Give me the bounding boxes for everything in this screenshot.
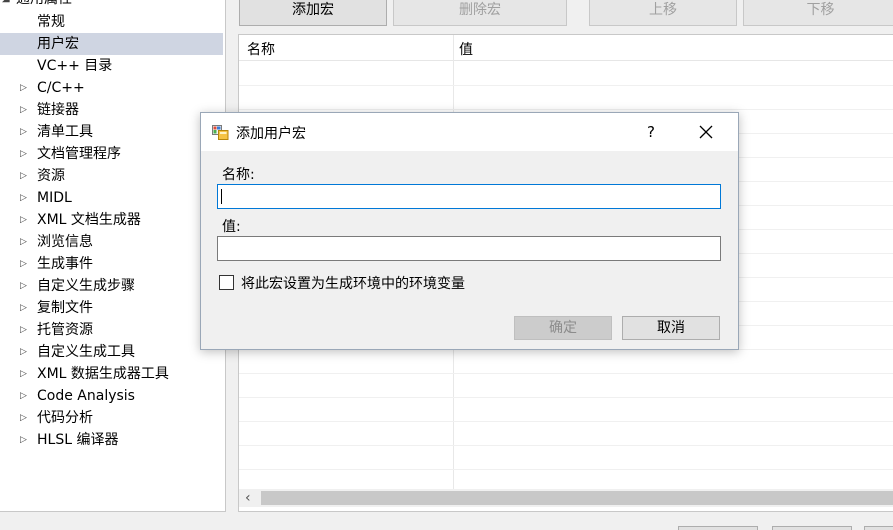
grid-row-divider [239, 397, 893, 398]
tree-item[interactable]: ▷ HLSL 编译器 [0, 429, 223, 451]
text-caret [221, 189, 222, 204]
close-button[interactable] [691, 118, 721, 146]
grid-row-divider [239, 421, 893, 422]
dialog-title: 添加用户宏 [236, 126, 306, 142]
tree-item[interactable]: ▷ 链接器 [0, 99, 223, 121]
macro-toolbar: 添加宏 删除宏 上移 下移 [238, 0, 893, 26]
triangle-right-icon[interactable]: ▷ [20, 187, 30, 209]
tree-item-label: 复制文件 [37, 300, 93, 316]
add-user-macro-dialog: 添加用户宏 ? 名称: 值: 将此宏设置为生成环境中的环境变量 确定 取消 [200, 112, 739, 350]
grid-row-divider [239, 469, 893, 470]
tree-item-label: C/C++ [37, 80, 85, 96]
tree-item-label: MIDL [37, 190, 72, 206]
footer-button-partial[interactable] [678, 526, 758, 530]
tree-item[interactable]: 用户宏 [0, 33, 223, 55]
triangle-right-icon[interactable]: ▷ [20, 143, 30, 165]
tree-item-common-properties[interactable]: ◢ 通用属性 [0, 0, 223, 10]
tree-item[interactable]: ▷ 复制文件 [0, 297, 223, 319]
triangle-down-icon[interactable]: ◢ [2, 0, 12, 10]
name-label: 名称: [222, 167, 255, 183]
chevron-left-icon[interactable]: ‹ [245, 489, 251, 507]
tree-item[interactable]: ▷ XML 数据生成器工具 [0, 363, 223, 385]
triangle-right-icon[interactable]: ▷ [20, 297, 30, 319]
tree-item-label: 用户宏 [37, 36, 79, 52]
triangle-right-icon[interactable]: ▷ [20, 231, 30, 253]
macro-value-input[interactable] [217, 236, 721, 261]
tree-item[interactable]: ▷ 资源 [0, 165, 223, 187]
ok-button[interactable]: 确定 [514, 316, 612, 340]
tree-item[interactable]: ▷ 浏览信息 [0, 231, 223, 253]
triangle-right-icon[interactable]: ▷ [20, 275, 30, 297]
triangle-right-icon[interactable]: ▷ [20, 341, 30, 363]
env-variable-checkbox-label[interactable]: 将此宏设置为生成环境中的环境变量 [241, 273, 465, 293]
triangle-right-icon[interactable]: ▷ [20, 121, 30, 143]
tree-item-label: 浏览信息 [37, 234, 93, 250]
column-header-name[interactable]: 名称 [247, 39, 275, 59]
tree-item[interactable]: ▷ C/C++ [0, 77, 223, 99]
footer-button-partial[interactable] [864, 526, 893, 530]
tree-item[interactable]: ▷ 清单工具 [0, 121, 223, 143]
grid-row-divider [239, 373, 893, 374]
tree-item-label: VC++ 目录 [37, 58, 113, 74]
grid-header: 名称 值 [239, 35, 893, 61]
tree-item[interactable]: ▷ Code Analysis [0, 385, 223, 407]
triangle-right-icon[interactable]: ▷ [20, 407, 30, 429]
tree-item[interactable]: VC++ 目录 [0, 55, 223, 77]
move-up-button[interactable]: 上移 [589, 0, 737, 26]
tree-item-label: XML 数据生成器工具 [37, 366, 169, 382]
triangle-right-icon[interactable]: ▷ [20, 363, 30, 385]
tree-item[interactable]: ▷ MIDL [0, 187, 223, 209]
footer-button-partial[interactable] [772, 526, 852, 530]
column-header-value[interactable]: 值 [459, 39, 473, 59]
add-macro-button[interactable]: 添加宏 [239, 0, 387, 26]
tree-item-label: 文档管理程序 [37, 146, 121, 162]
env-variable-checkbox[interactable] [219, 275, 234, 290]
tree-item-label: 清单工具 [37, 124, 93, 140]
tree-item-label: 资源 [37, 168, 65, 184]
tree-item[interactable]: ▷ 自定义生成步骤 [0, 275, 223, 297]
tree-item[interactable]: ▷ 生成事件 [0, 253, 223, 275]
tree-item-label: 常规 [37, 14, 65, 30]
triangle-right-icon[interactable]: ▷ [20, 165, 30, 187]
scrollbar-thumb[interactable] [261, 491, 893, 505]
property-tree: ◢ 通用属性 常规用户宏 VC++ 目录 ▷ C/C++ ▷ 链接器 ▷ 清单工具 ▷ 文档管理程… [0, 0, 226, 512]
triangle-right-icon[interactable]: ▷ [20, 253, 30, 275]
delete-macro-button[interactable]: 删除宏 [393, 0, 567, 26]
move-down-button[interactable]: 下移 [743, 0, 893, 26]
triangle-right-icon[interactable]: ▷ [20, 319, 30, 341]
help-button[interactable]: ? [641, 121, 661, 143]
horizontal-scrollbar[interactable]: ‹ [239, 489, 893, 507]
app-window-icon [212, 124, 229, 140]
grid-row-divider [239, 109, 893, 110]
tree-item-label: 链接器 [37, 102, 79, 118]
grid-row-divider [239, 445, 893, 446]
cancel-button[interactable]: 取消 [622, 316, 720, 340]
tree-item-label: 托管资源 [37, 322, 93, 338]
tree-item[interactable]: ▷ 代码分析 [0, 407, 223, 429]
tree-item[interactable]: 常规 [0, 11, 223, 33]
tree-item-label: 通用属性 [16, 0, 72, 10]
tree-item-label: 代码分析 [37, 410, 93, 426]
tree-item[interactable]: ▷ 托管资源 [0, 319, 223, 341]
triangle-right-icon[interactable]: ▷ [20, 385, 30, 407]
tree-item-label: 自定义生成步骤 [37, 278, 135, 294]
tree-item[interactable]: ▷ XML 文档生成器 [0, 209, 223, 231]
tree-item[interactable]: ▷ 文档管理程序 [0, 143, 223, 165]
triangle-right-icon[interactable]: ▷ [20, 77, 30, 99]
tree-item[interactable]: ▷ 自定义生成工具 [0, 341, 223, 363]
tree-item-label: HLSL 编译器 [37, 432, 119, 448]
triangle-right-icon[interactable]: ▷ [20, 99, 30, 121]
tree-item-label: XML 文档生成器 [37, 212, 141, 228]
close-icon [699, 125, 713, 139]
tree-item-label: Code Analysis [37, 388, 135, 404]
value-label: 值: [222, 219, 241, 235]
tree-item-label: 生成事件 [37, 256, 93, 272]
dialog-title-bar[interactable]: 添加用户宏 ? [201, 113, 738, 151]
macro-name-input[interactable] [217, 184, 721, 209]
triangle-right-icon[interactable]: ▷ [20, 429, 30, 451]
tree-item-label: 自定义生成工具 [37, 344, 135, 360]
triangle-right-icon[interactable]: ▷ [20, 209, 30, 231]
grid-row-divider [239, 85, 893, 86]
